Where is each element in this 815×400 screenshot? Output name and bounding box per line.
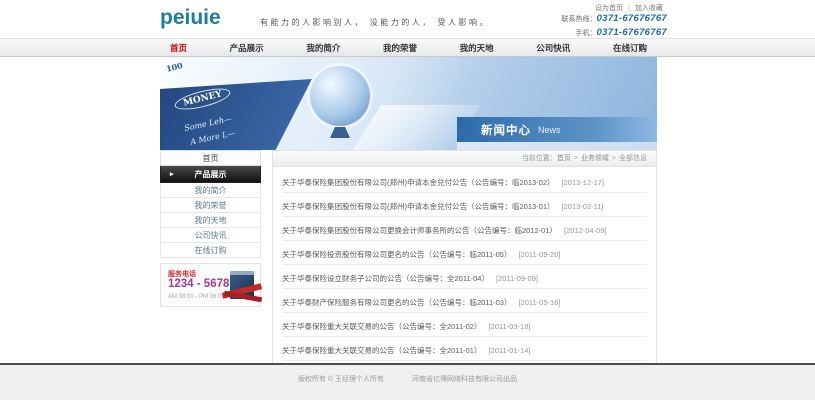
news-row: 关于华泰财产保险服务有限公司更名的公告（公告编号：临2011-03） [2011-… bbox=[282, 289, 647, 313]
sidebar-item-honors[interactable]: 我的荣誉 bbox=[160, 198, 261, 213]
breadcrumb: 当前位置：首页>业务领域>全部信息 bbox=[273, 151, 656, 167]
news-link[interactable]: 关于华泰保险投资股份有限公司更名的公告（公告编号：临2011-05） bbox=[282, 250, 511, 259]
page: 设为首页|加入收藏 peiuie 有能力的人影响别人， 没能力的人， 受人影响。… bbox=[0, 0, 815, 400]
news-row: 关于华泰保险重大关联交易的公告（公告编号：全2011-02） [2011-03-1… bbox=[282, 313, 647, 337]
nav-item-profile[interactable]: 我的简介 bbox=[300, 42, 346, 54]
breadcrumb-prefix: 当前位置： bbox=[522, 155, 557, 162]
sidebar-item-order[interactable]: 在线订购 bbox=[160, 243, 261, 258]
news-row: 关于华泰保险集团股份有限公司更换会计师事务所的公告（公告编号：临2012-01）… bbox=[282, 217, 647, 241]
news-link[interactable]: 关于华泰财产保险服务有限公司更名的公告（公告编号：临2011-03） bbox=[282, 298, 511, 307]
sidebar-item-profile[interactable]: 我的简介 bbox=[160, 183, 261, 198]
main-navbar: 首页 产品展示 我的简介 我的荣誉 我的天地 公司快讯 在线订购 bbox=[0, 38, 815, 57]
service-hours: AM 08:00 - PM 06:00 bbox=[168, 294, 225, 300]
service-phone-box: 服务电话 1234 - 5678 AM 08:00 - PM 06:00 bbox=[160, 263, 261, 307]
product-box-icon bbox=[230, 271, 254, 299]
news-date: [2013-02-11] bbox=[562, 202, 604, 211]
footer-copyright: 版权所有 © 王经理个人所有 bbox=[298, 376, 384, 383]
banner-section-subtitle: News bbox=[538, 125, 561, 135]
nav-item-order[interactable]: 在线订购 bbox=[607, 42, 653, 54]
breadcrumb-home-link[interactable]: 首页 bbox=[557, 155, 571, 162]
news-date: [2011-03-18] bbox=[488, 322, 530, 331]
news-row: 关于华泰保险集团股份有限公司(郑州)申请本金兑付公告（公告编号：临2013-01… bbox=[282, 193, 647, 217]
footer-producer-link[interactable]: 河南省亿博网络科技有限公司出品 bbox=[412, 376, 517, 383]
banner-section-bar: 新闻中心 News bbox=[457, 117, 657, 142]
footer: 版权所有 © 王经理个人所有 河南省亿博网络科技有限公司出品 bbox=[0, 365, 815, 400]
banner-bar-strip bbox=[457, 142, 657, 150]
mobile-label: 手机： bbox=[576, 30, 597, 37]
news-row: 关于华泰保险投资股份有限公司更名的公告（公告编号：临2011-05） [2011-… bbox=[282, 241, 647, 265]
news-row: 关于华泰保险集团股份有限公司(郑州)申请本金兑付公告（公告编号：临2013-02… bbox=[282, 169, 647, 193]
breadcrumb-separator: > bbox=[574, 155, 578, 162]
news-date: [2012-04-09] bbox=[564, 226, 607, 235]
breadcrumb-section-link[interactable]: 业务领域 bbox=[581, 155, 609, 162]
sidebar-item-label: 产品展示 bbox=[195, 170, 227, 179]
news-date: [2013-12-17] bbox=[562, 178, 605, 187]
nav-item-home[interactable]: 首页 bbox=[164, 42, 193, 54]
hotline-label: 联系热线： bbox=[562, 16, 597, 23]
mobile-number: 0371-67676767 bbox=[597, 27, 667, 38]
site-logo[interactable]: peiuie bbox=[160, 6, 221, 30]
nav-item-products[interactable]: 产品展示 bbox=[224, 42, 270, 54]
news-link[interactable]: 关于华泰保险重大关联交易的公告（公告编号：全2011-02） bbox=[282, 322, 481, 331]
news-link[interactable]: 关于华泰保险集团股份有限公司(郑州)申请本金兑付公告（公告编号：临2013-02… bbox=[282, 178, 555, 187]
news-date: [2011-01-14] bbox=[488, 346, 530, 355]
service-phone-number: 1234 - 5678 bbox=[168, 278, 229, 290]
news-row: 关于华泰保险重大关联交易的公告（公告编号：全2011-01） [2011-01-1… bbox=[282, 337, 647, 361]
news-row: 关于华泰保险设立财务子公司的公告（公告编号：全2011-04） [2011-09-… bbox=[282, 265, 647, 289]
sidebar-item-company-news[interactable]: 公司快讯 bbox=[160, 228, 261, 243]
banner-section-title: 新闻中心 bbox=[481, 122, 531, 138]
nav-item-world[interactable]: 我的天地 bbox=[454, 42, 500, 54]
site-slogan: 有能力的人影响别人， 没能力的人， 受人影响。 bbox=[260, 17, 490, 28]
news-date: [2011-09-20] bbox=[518, 250, 560, 259]
news-link[interactable]: 关于华泰保险设立财务子公司的公告（公告编号：全2011-04） bbox=[282, 274, 489, 283]
breadcrumb-separator: > bbox=[612, 155, 616, 162]
navbar-inner: 首页 产品展示 我的简介 我的荣誉 我的天地 公司快讯 在线订购 bbox=[160, 39, 657, 56]
globe-icon bbox=[310, 66, 370, 126]
contact-info: 联系热线：0371-67676767 手机：0371-67676767 bbox=[495, 11, 667, 39]
sidebar-item-world[interactable]: 我的天地 bbox=[160, 213, 261, 228]
nav-item-honors[interactable]: 我的荣誉 bbox=[377, 42, 423, 54]
news-date: [2011-05-16] bbox=[518, 298, 560, 307]
news-link[interactable]: 关于华泰保险集团股份有限公司更换会计师事务所的公告（公告编号：临2012-01） bbox=[282, 226, 557, 235]
sidebar-item-home[interactable]: 首页 bbox=[160, 150, 261, 166]
sidebar: 首页 ▸ 产品展示 我的简介 我的荣誉 我的天地 公司快讯 在线订购 服务电话 … bbox=[160, 150, 261, 307]
breadcrumb-current: 全部信息 bbox=[619, 155, 647, 162]
nav-item-company-news[interactable]: 公司快讯 bbox=[530, 42, 576, 54]
banner: 100 MONEY Some Leh— A More L— 新闻中心 News bbox=[160, 57, 657, 150]
sidebar-item-products[interactable]: ▸ 产品展示 bbox=[160, 166, 261, 183]
news-date: [2011-09-09] bbox=[496, 274, 538, 283]
news-link[interactable]: 关于华泰保险重大关联交易的公告（公告编号：全2011-01） bbox=[282, 346, 481, 355]
mobile-row: 手机：0371-67676767 bbox=[495, 25, 667, 39]
news-link[interactable]: 关于华泰保险集团股份有限公司(郑州)申请本金兑付公告（公告编号：临2013-01… bbox=[282, 202, 555, 211]
arrow-right-icon: ▸ bbox=[170, 166, 174, 183]
hotline-number: 0371-67676767 bbox=[597, 13, 667, 24]
hotline-row: 联系热线：0371-67676767 bbox=[495, 11, 667, 25]
